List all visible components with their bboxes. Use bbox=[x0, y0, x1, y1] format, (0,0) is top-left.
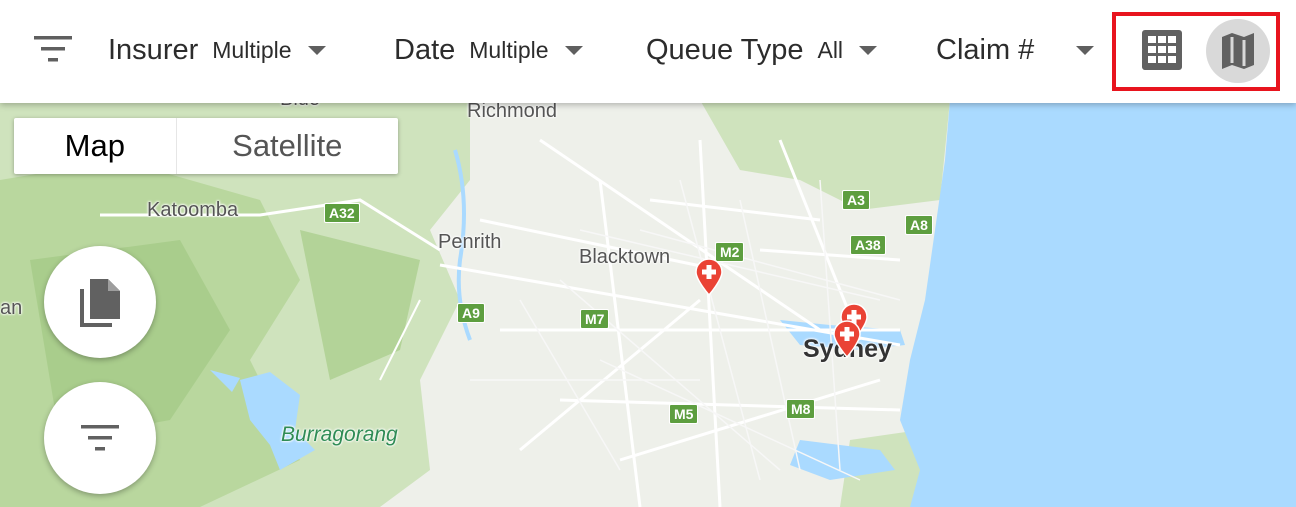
filter-toolbar: Insurer Multiple Date Multiple Queue Typ… bbox=[0, 0, 1296, 103]
filter-menu-icon[interactable] bbox=[34, 34, 72, 64]
chevron-down-icon bbox=[564, 45, 583, 55]
place-partial-an: an bbox=[0, 297, 23, 319]
date-filter-label: Date bbox=[394, 33, 456, 66]
map-type-control: Map Satellite bbox=[14, 118, 398, 174]
grid-view-icon[interactable] bbox=[1140, 28, 1184, 72]
filter-fab[interactable] bbox=[44, 382, 156, 494]
place-blacktown: Blacktown bbox=[579, 246, 671, 268]
queue-type-filter-value: All bbox=[817, 36, 844, 63]
chevron-down-icon bbox=[1076, 45, 1095, 55]
documents-fab[interactable] bbox=[44, 246, 156, 358]
insurer-filter-value: Multiple bbox=[212, 36, 292, 63]
filter-list-icon bbox=[81, 425, 119, 451]
place-katoomba: Katoomba bbox=[147, 199, 239, 221]
documents-icon bbox=[80, 279, 120, 327]
road-shield-a3: A3 bbox=[842, 190, 870, 210]
chevron-down-icon bbox=[859, 45, 878, 55]
road-shield-m5: M5 bbox=[669, 404, 699, 424]
road-shield-a8: A8 bbox=[905, 215, 933, 235]
road-shield-m7: M7 bbox=[580, 309, 610, 329]
queue-type-filter[interactable]: Queue Type All bbox=[646, 30, 878, 70]
claim-number-filter[interactable]: Claim # bbox=[936, 30, 1095, 70]
map-type-satellite-button[interactable]: Satellite bbox=[177, 118, 398, 174]
chevron-down-icon bbox=[307, 45, 326, 55]
date-filter-value: Multiple bbox=[469, 36, 549, 63]
road-shield-a9: A9 bbox=[457, 303, 485, 323]
claim-number-filter-label: Claim # bbox=[936, 33, 1035, 66]
place-penrith: Penrith bbox=[438, 231, 502, 253]
map-view-icon bbox=[1222, 33, 1254, 69]
hospital-marker-icon[interactable] bbox=[832, 320, 862, 358]
insurer-filter-label: Insurer bbox=[108, 33, 199, 66]
place-richmond: Richmond bbox=[467, 100, 558, 122]
map-view-button[interactable] bbox=[1206, 19, 1270, 83]
queue-type-filter-label: Queue Type bbox=[646, 33, 804, 66]
insurer-filter[interactable]: Insurer Multiple bbox=[108, 30, 326, 70]
place-burragorang: Burragorang bbox=[281, 423, 398, 446]
road-shield-a38: A38 bbox=[850, 235, 886, 255]
road-shield-a32: A32 bbox=[324, 203, 360, 223]
map-type-map-button[interactable]: Map bbox=[14, 118, 177, 174]
road-shield-m8: M8 bbox=[786, 399, 816, 419]
hospital-marker-icon[interactable] bbox=[694, 258, 724, 296]
date-filter[interactable]: Date Multiple bbox=[394, 30, 583, 70]
